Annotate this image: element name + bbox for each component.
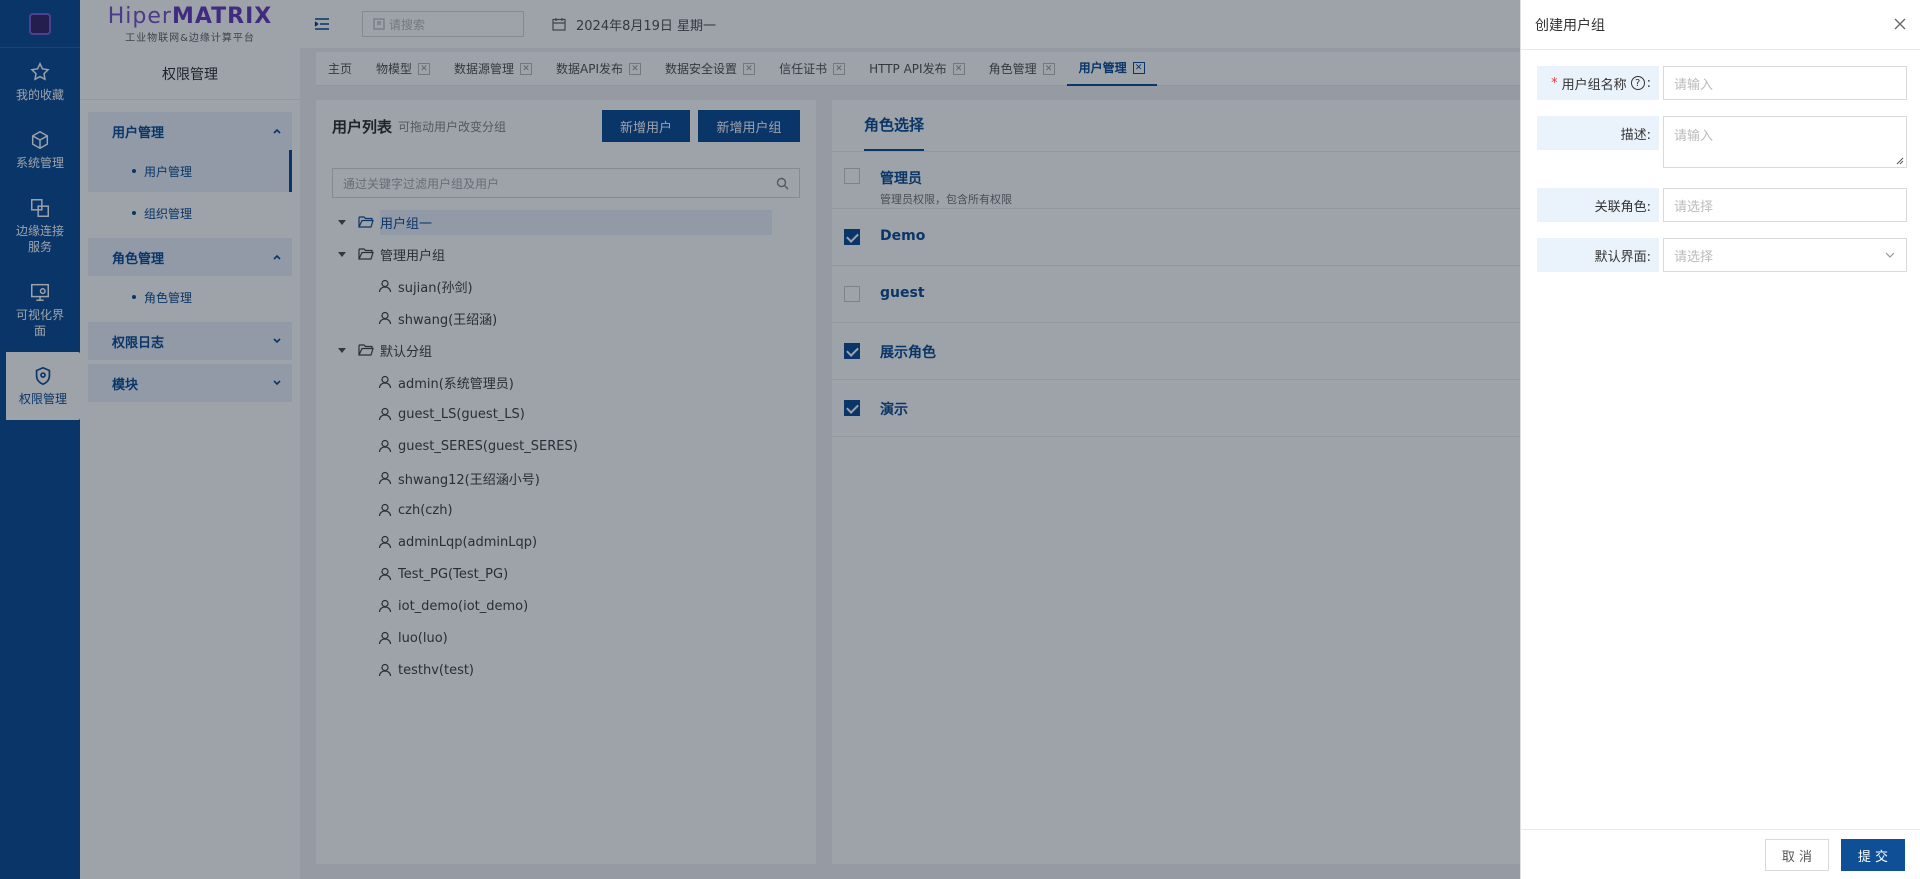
select-placeholder: 请选择 <box>1674 249 1714 265</box>
form-row-group-name: * 用户组名称 ? : 请输入 <box>1537 66 1907 100</box>
chevron-down-icon <box>1885 252 1895 258</box>
resize-handle-icon[interactable] <box>1896 157 1904 165</box>
group-name-label-text: 用户组名称 <box>1561 77 1627 93</box>
label-colon: : <box>1646 75 1651 91</box>
group-name-label: * 用户组名称 ? : <box>1537 66 1659 100</box>
close-icon[interactable] <box>1894 14 1906 35</box>
form-row-default-view: 默认界面: 请选择 <box>1537 238 1907 272</box>
required-mark: * <box>1551 75 1558 91</box>
linked-role-select[interactable]: 请选择 <box>1663 188 1907 222</box>
textarea-placeholder: 请输入 <box>1674 129 1714 144</box>
drawer-title: 创建用户组 <box>1535 17 1605 34</box>
drawer-header: 创建用户组 <box>1521 0 1920 50</box>
description-textarea[interactable]: 请输入 <box>1663 116 1907 168</box>
default-view-label: 默认界面: <box>1537 238 1659 272</box>
default-view-select[interactable]: 请选择 <box>1663 238 1907 272</box>
select-placeholder: 请选择 <box>1674 199 1714 215</box>
create-user-group-drawer: 创建用户组 * 用户组名称 ? : 请输入 描述: 请输入 关联角色: 请选择 … <box>1520 0 1920 879</box>
group-name-input[interactable]: 请输入 <box>1663 66 1907 100</box>
form-row-linked-role: 关联角色: 请选择 <box>1537 188 1907 222</box>
drawer-footer: 取 消 提 交 <box>1521 829 1920 879</box>
help-icon[interactable]: ? <box>1630 76 1645 90</box>
form-row-description: 描述: 请输入 <box>1537 116 1907 168</box>
cancel-button[interactable]: 取 消 <box>1765 839 1829 871</box>
linked-role-label: 关联角色: <box>1537 188 1659 222</box>
description-label: 描述: <box>1537 116 1659 150</box>
submit-button[interactable]: 提 交 <box>1841 839 1905 871</box>
modal-overlay[interactable] <box>0 0 1520 879</box>
input-placeholder: 请输入 <box>1674 77 1714 93</box>
